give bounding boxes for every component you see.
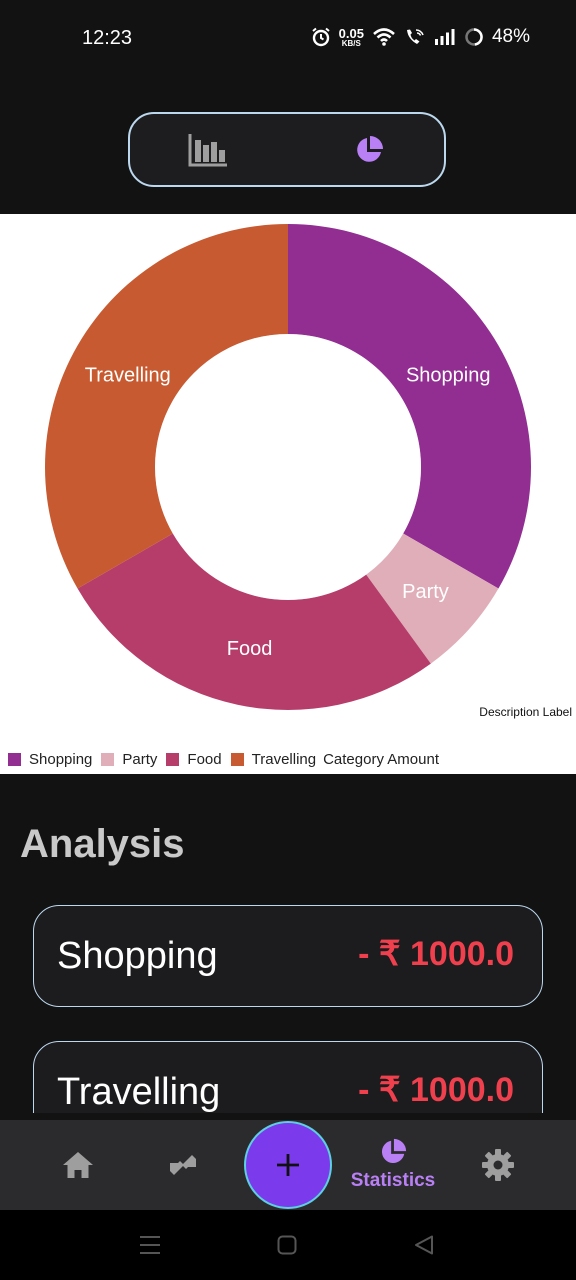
signal-icon — [434, 29, 455, 45]
slice-label: Shopping — [406, 365, 491, 387]
legend-label: Shopping — [29, 751, 93, 768]
nav-transactions[interactable] — [164, 1120, 202, 1210]
status-bar: 12:23 0.05 KB/S 48% — [0, 0, 576, 78]
legend-item: Food — [166, 751, 222, 768]
nav-settings[interactable] — [480, 1120, 516, 1210]
legend-label: Food — [187, 751, 222, 768]
category-name: Shopping — [57, 935, 218, 977]
nav-home[interactable] — [58, 1120, 98, 1210]
legend-item: Travelling — [230, 751, 317, 768]
legend-label: Party — [122, 751, 158, 768]
alarm-icon — [312, 27, 330, 47]
home-system-icon[interactable] — [277, 1235, 297, 1255]
pie-chart-toggle[interactable] — [349, 132, 389, 168]
chart-description-label: Description Label — [479, 705, 572, 719]
legend-swatch — [166, 753, 180, 766]
legend-swatch — [230, 753, 244, 766]
gear-icon — [482, 1149, 514, 1181]
chart-type-toggle — [128, 112, 446, 187]
add-icon — [277, 1154, 299, 1176]
slice-label: Food — [227, 638, 273, 660]
wifi-call-icon — [406, 29, 424, 44]
chart-legend: Shopping Party Food Travelling Category Amou… — [8, 751, 439, 768]
pie-chart-icon — [357, 136, 383, 162]
home-icon — [63, 1152, 93, 1178]
system-navigation-bar — [0, 1210, 576, 1280]
wifi-icon — [373, 28, 395, 46]
recent-apps-icon[interactable] — [139, 1235, 161, 1255]
battery-ring-icon — [465, 28, 483, 46]
transfer-icon — [170, 1155, 196, 1175]
legend-item: Party — [101, 751, 157, 768]
legend-swatch — [101, 753, 115, 766]
analysis-card-travelling[interactable]: Travelling - ₹ 1000.0 — [33, 1041, 543, 1113]
pie-chart-icon — [381, 1138, 407, 1164]
network-speed: 0.05 KB/S — [338, 25, 364, 48]
legend-swatch — [8, 753, 21, 766]
status-icons: 0.05 KB/S 48% — [311, 26, 530, 48]
category-amount: - ₹ 1000.0 — [358, 1071, 514, 1109]
legend-title: Category Amount — [323, 751, 439, 768]
legend-label: Travelling — [251, 751, 317, 768]
bar-chart-toggle[interactable] — [188, 132, 228, 168]
status-time: 12:23 — [82, 27, 133, 49]
nav-statistics[interactable]: Statistics — [348, 1120, 438, 1210]
chart-panel: Shopping Party Food Travelling Description … — [0, 214, 576, 774]
donut-chart: Shopping Party Food Travelling — [45, 224, 531, 710]
legend-item: Shopping — [8, 751, 92, 768]
add-transaction-button[interactable] — [244, 1121, 332, 1209]
slice-label: Party — [402, 581, 449, 603]
back-icon[interactable] — [414, 1235, 434, 1255]
slice-label: Travelling — [85, 365, 171, 387]
bar-chart-icon — [188, 134, 227, 167]
nav-statistics-label: Statistics — [350, 1170, 436, 1191]
analysis-card-shopping[interactable]: Shopping - ₹ 1000.0 — [33, 905, 543, 1007]
category-amount: - ₹ 1000.0 — [358, 935, 514, 973]
analysis-title: Analysis — [20, 822, 185, 866]
battery-level: 48% — [491, 26, 530, 47]
analysis-list: Shopping - ₹ 1000.0 Travelling - ₹ 1000.… — [0, 870, 576, 1113]
donut-hole — [167, 346, 409, 588]
category-name: Travelling — [57, 1071, 221, 1113]
